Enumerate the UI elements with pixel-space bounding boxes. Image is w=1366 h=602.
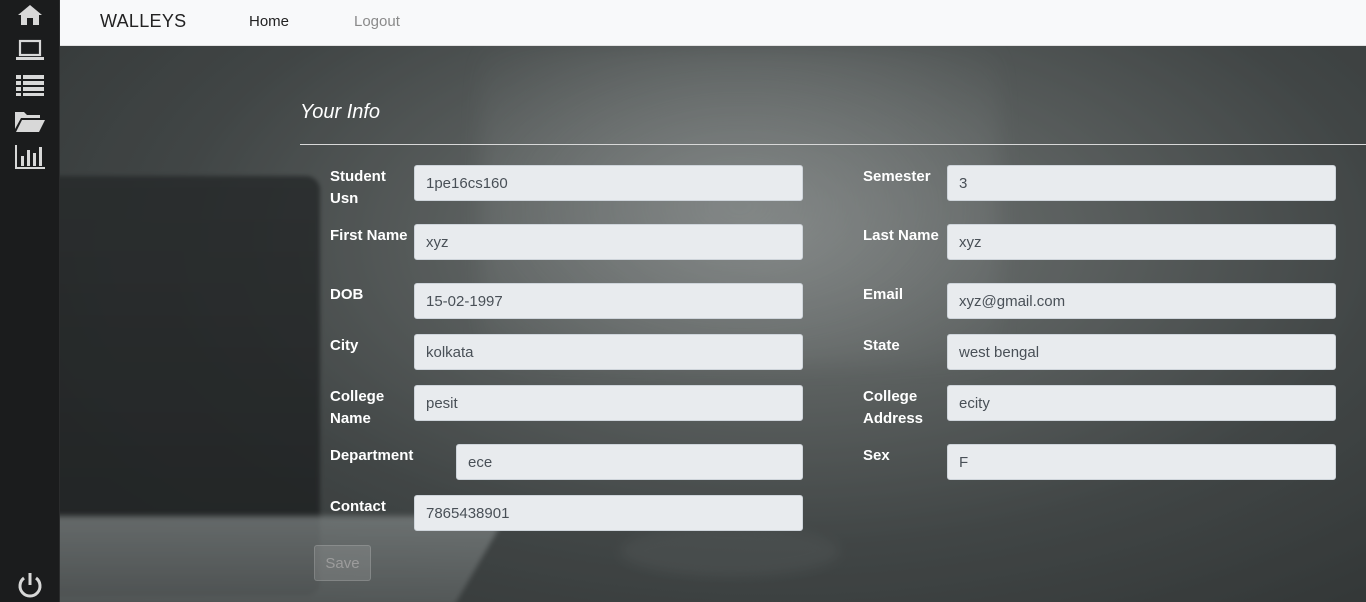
contact-input[interactable] [414, 495, 803, 531]
college-address-label: College Address [863, 388, 924, 427]
college-name-input[interactable] [414, 385, 803, 421]
bar-chart-icon[interactable] [13, 143, 47, 171]
dob-input[interactable] [414, 283, 803, 319]
state-input[interactable] [947, 334, 1336, 370]
state-label: State [863, 337, 900, 354]
city-input[interactable] [414, 334, 803, 370]
contact-label: Contact [330, 498, 386, 515]
sidebar [0, 0, 60, 602]
top-navbar: WALLEYS Home Logout [60, 0, 1366, 46]
sex-label: Sex [863, 447, 890, 464]
email-input[interactable] [947, 283, 1336, 319]
laptop-icon[interactable] [13, 36, 47, 64]
home-icon[interactable] [13, 1, 47, 29]
last-name-label: Last Name [863, 227, 939, 244]
semester-input[interactable] [947, 165, 1336, 201]
college-address-input[interactable] [947, 385, 1336, 421]
semester-label: Semester [863, 168, 931, 185]
nav-logout-link[interactable]: Logout [354, 13, 400, 30]
last-name-input[interactable] [947, 224, 1336, 260]
first-name-input[interactable] [414, 224, 803, 260]
brand-logo[interactable]: WALLEYS [100, 11, 186, 32]
usn-input[interactable] [414, 165, 803, 201]
department-label: Department [330, 447, 414, 464]
department-input[interactable] [456, 444, 803, 480]
college-name-label: College Name [330, 388, 385, 427]
power-icon[interactable] [13, 572, 47, 600]
usn-label: Student Usn [330, 168, 386, 207]
nav-home-link[interactable]: Home [249, 13, 289, 30]
sex-input[interactable] [947, 444, 1336, 480]
city-label: City [330, 337, 359, 354]
folder-open-icon[interactable] [13, 107, 47, 135]
page-title: Your Info [300, 101, 381, 123]
first-name-label: First Name [330, 227, 408, 244]
list-icon[interactable] [13, 71, 47, 99]
dob-label: DOB [330, 286, 364, 303]
save-button[interactable]: Save [314, 545, 371, 581]
email-label: Email [863, 286, 904, 303]
title-divider [300, 144, 1366, 145]
